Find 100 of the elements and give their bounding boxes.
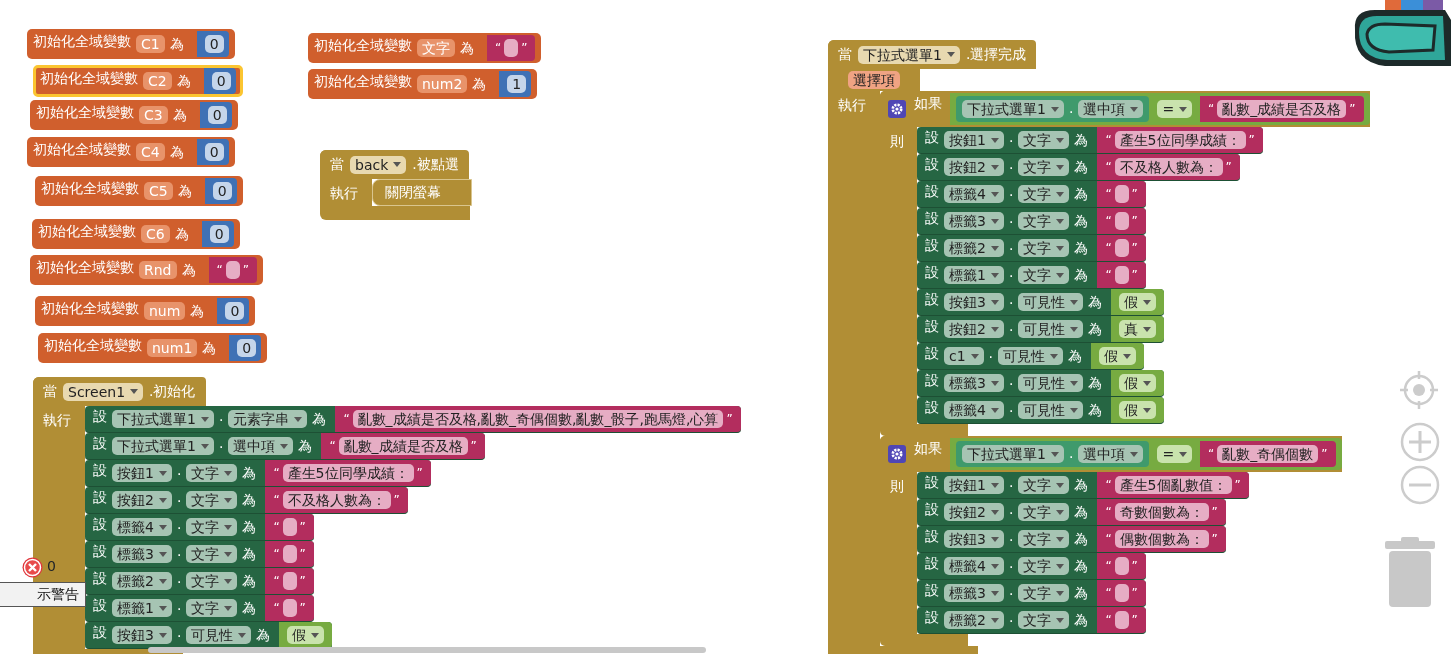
number-field[interactable]: 0: [211, 72, 231, 90]
component-dropdown[interactable]: back: [350, 155, 407, 174]
boolean-dropdown[interactable]: 假: [1119, 374, 1157, 392]
number-field[interactable]: 0: [225, 302, 245, 320]
text-field[interactable]: 產生5位同學成績：: [1114, 131, 1246, 149]
component-dropdown[interactable]: 標籤3: [944, 374, 1004, 392]
component-dropdown[interactable]: 按鈕3: [944, 530, 1004, 548]
text-field[interactable]: [225, 261, 240, 279]
property-dropdown[interactable]: 文字: [1018, 611, 1070, 629]
component-dropdown[interactable]: 標籤3: [944, 212, 1004, 230]
property-dropdown[interactable]: 文字: [1018, 584, 1070, 602]
number-field[interactable]: 0: [237, 339, 257, 357]
property-dropdown[interactable]: 可見性: [186, 626, 252, 644]
component-dropdown[interactable]: 標籤4: [944, 401, 1004, 419]
operator-dropdown[interactable]: =: [1157, 100, 1193, 118]
property-dropdown[interactable]: 文字: [1018, 557, 1070, 575]
boolean-dropdown[interactable]: 真: [1119, 320, 1157, 338]
property-dropdown[interactable]: 可見性: [1018, 374, 1084, 392]
component-dropdown[interactable]: 按鈕2: [944, 158, 1004, 176]
property-dropdown[interactable]: 文字: [1018, 158, 1070, 176]
component-dropdown[interactable]: 按鈕1: [944, 476, 1004, 494]
number-field[interactable]: 0: [209, 225, 229, 243]
boolean-dropdown[interactable]: 假: [1099, 347, 1137, 365]
text-field[interactable]: [282, 599, 297, 617]
text-field[interactable]: [1114, 185, 1129, 203]
component-dropdown[interactable]: 按鈕2: [944, 503, 1004, 521]
property-dropdown[interactable]: 文字: [186, 572, 238, 590]
component-dropdown[interactable]: 下拉式選單1: [962, 100, 1064, 118]
component-dropdown[interactable]: Screen1: [63, 382, 144, 401]
text-field[interactable]: [1114, 557, 1129, 575]
component-dropdown[interactable]: 按鈕3: [944, 293, 1004, 311]
text-field[interactable]: 亂數_成績是否及格,亂數_奇偶個數,亂數_骰子,跑馬燈,心算: [352, 410, 724, 428]
property-dropdown[interactable]: 選中項: [228, 437, 294, 455]
property-dropdown[interactable]: 元素字串: [228, 410, 308, 428]
text-field[interactable]: 亂數_奇偶個數: [1217, 445, 1319, 463]
text-field[interactable]: [1114, 611, 1129, 629]
component-dropdown[interactable]: 標籤4: [944, 185, 1004, 203]
property-dropdown[interactable]: 文字: [186, 491, 238, 509]
number-field[interactable]: 0: [204, 35, 224, 53]
text-field[interactable]: [282, 545, 297, 563]
component-dropdown[interactable]: 標籤1: [112, 599, 172, 617]
property-dropdown[interactable]: 文字: [1018, 131, 1070, 149]
text-field[interactable]: [1114, 212, 1129, 230]
operator-dropdown[interactable]: =: [1157, 445, 1193, 463]
component-dropdown[interactable]: 標籤4: [944, 557, 1004, 575]
number-field[interactable]: 0: [204, 143, 224, 161]
text-field[interactable]: 產生5個亂數值：: [1114, 476, 1232, 494]
text-field[interactable]: 不及格人數為：: [282, 491, 391, 509]
property-dropdown[interactable]: 文字: [1018, 212, 1070, 230]
gear-icon[interactable]: [888, 445, 906, 463]
component-dropdown[interactable]: 下拉式選單1: [112, 437, 214, 455]
text-field[interactable]: 亂數_成績是否及格: [338, 437, 468, 455]
text-field[interactable]: [282, 572, 297, 590]
boolean-dropdown[interactable]: 假: [1119, 293, 1157, 311]
gear-icon[interactable]: [888, 100, 906, 118]
property-dropdown[interactable]: 文字: [1018, 530, 1070, 548]
number-field[interactable]: 1: [507, 75, 527, 93]
component-dropdown[interactable]: 標籤2: [944, 239, 1004, 257]
property-dropdown[interactable]: 可見性: [998, 347, 1064, 365]
component-dropdown[interactable]: 下拉式選單1: [112, 410, 214, 428]
text-field[interactable]: [1114, 266, 1129, 284]
component-dropdown[interactable]: 標籤4: [112, 518, 172, 536]
component-dropdown[interactable]: 按鈕2: [112, 491, 172, 509]
component-dropdown[interactable]: 標籤3: [112, 545, 172, 563]
component-dropdown[interactable]: 下拉式選單1: [858, 45, 960, 64]
text-field[interactable]: 不及格人數為：: [1114, 158, 1223, 176]
number-field[interactable]: 0: [207, 106, 227, 124]
property-dropdown[interactable]: 文字: [186, 545, 238, 563]
component-dropdown[interactable]: 按鈕1: [944, 131, 1004, 149]
component-dropdown[interactable]: c1: [944, 347, 984, 365]
component-dropdown[interactable]: 標籤2: [112, 572, 172, 590]
component-dropdown[interactable]: 按鈕3: [112, 626, 172, 644]
parameter-chip[interactable]: 選擇項: [848, 71, 900, 89]
text-field[interactable]: [1114, 584, 1129, 602]
component-dropdown[interactable]: 標籤1: [944, 266, 1004, 284]
component-dropdown[interactable]: 標籤3: [944, 584, 1004, 602]
component-dropdown[interactable]: 按鈕2: [944, 320, 1004, 338]
property-dropdown[interactable]: 文字: [1018, 239, 1070, 257]
component-dropdown[interactable]: 標籤2: [944, 611, 1004, 629]
property-dropdown[interactable]: 可見性: [1018, 293, 1084, 311]
property-dropdown[interactable]: 可見性: [1018, 320, 1084, 338]
property-dropdown[interactable]: 文字: [186, 464, 238, 482]
text-field[interactable]: [504, 39, 519, 57]
boolean-dropdown[interactable]: 假: [287, 626, 325, 644]
property-dropdown[interactable]: 文字: [1018, 503, 1070, 521]
property-dropdown[interactable]: 文字: [1018, 266, 1070, 284]
property-dropdown[interactable]: 文字: [186, 518, 238, 536]
number-field[interactable]: 0: [212, 182, 232, 200]
text-field[interactable]: 奇數個數為：: [1114, 503, 1209, 521]
property-dropdown[interactable]: 選中項: [1078, 100, 1144, 118]
text-field[interactable]: 亂數_成績是否及格: [1217, 100, 1347, 118]
property-dropdown[interactable]: 文字: [1018, 476, 1070, 494]
property-dropdown[interactable]: 文字: [1018, 185, 1070, 203]
property-dropdown[interactable]: 選中項: [1078, 445, 1144, 463]
text-field[interactable]: [282, 518, 297, 536]
scrollbar[interactable]: [148, 647, 706, 653]
text-field[interactable]: 偶數個數為：: [1114, 530, 1209, 548]
property-dropdown[interactable]: 文字: [186, 599, 238, 617]
text-field[interactable]: 產生5位同學成績：: [282, 464, 414, 482]
boolean-dropdown[interactable]: 假: [1119, 401, 1157, 419]
